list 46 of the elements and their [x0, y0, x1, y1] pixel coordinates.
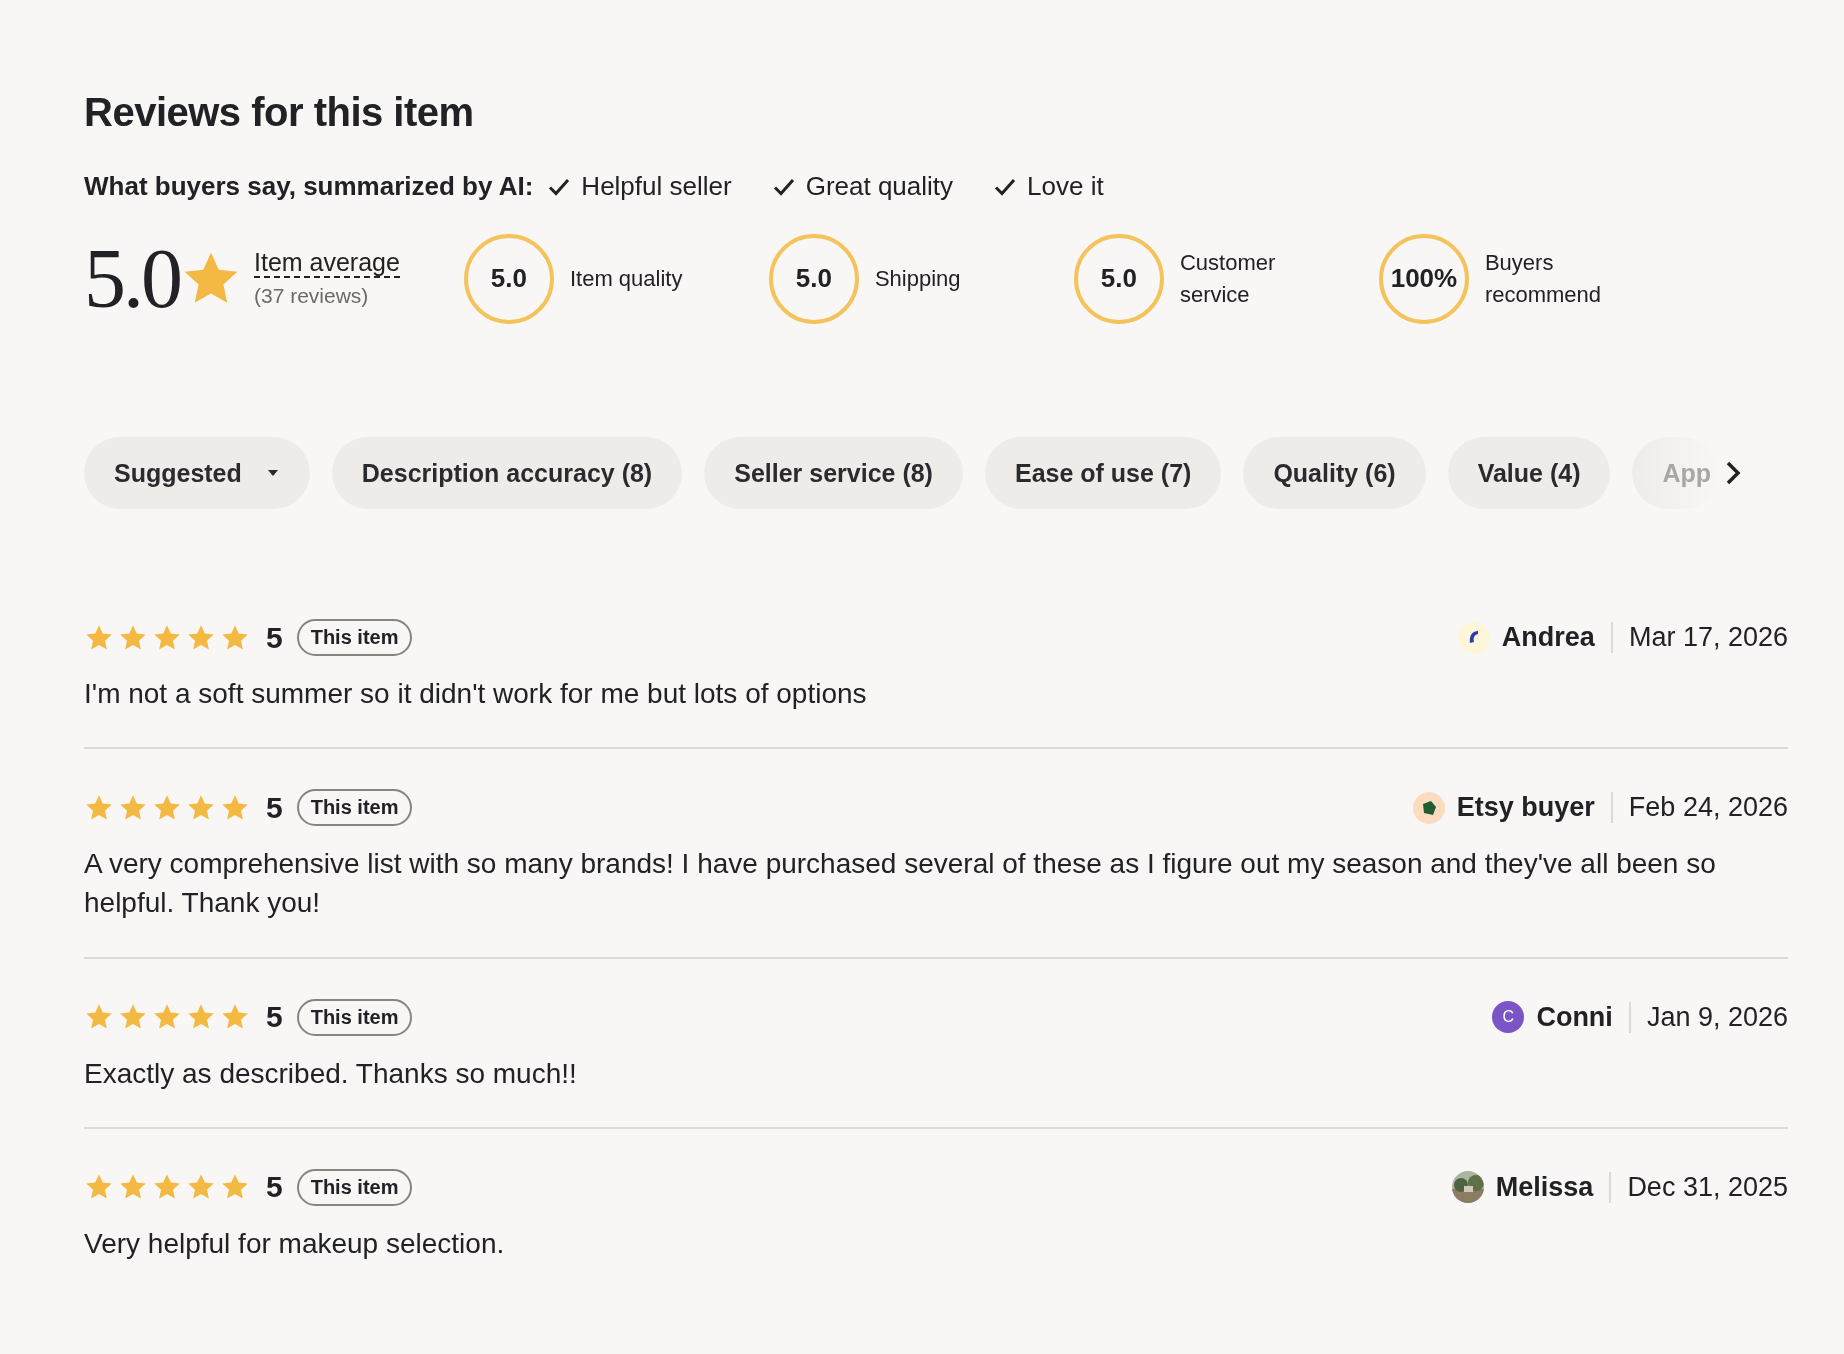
- metric-label: Item quality: [569, 264, 683, 293]
- filter-chip[interactable]: Seller service (8): [704, 437, 963, 509]
- item-tag: This item: [296, 789, 413, 827]
- rating-value: 5: [266, 1170, 283, 1205]
- caret-icon: [265, 468, 280, 478]
- review-text: I'm not a soft summer so it didn't work for me but lots of options: [84, 677, 868, 711]
- summary-point: Great quality: [805, 171, 954, 202]
- metric-score: 5.0: [463, 233, 554, 324]
- review-text: A very comprehensive list with so many brands! I have purchased several of these as I figure out my season and they've all been so helpful. Thank you!: [84, 847, 1717, 921]
- reviewer-name[interactable]: Melissa: [1495, 1171, 1612, 1203]
- metric-label: Buyers recommend: [1484, 248, 1603, 309]
- item-tag: This item: [296, 1168, 413, 1206]
- item-tag: This item: [296, 998, 413, 1036]
- metric-score: 100%: [1378, 233, 1469, 324]
- item-average-link[interactable]: Item average: [254, 248, 400, 279]
- review-text: Very helpful for makeup selection.: [84, 1226, 506, 1261]
- summary-label: What buyers say, summarized by AI:: [84, 171, 534, 202]
- rating-value: 5: [266, 1000, 283, 1035]
- review-date: Jan 9, 2026: [1645, 1001, 1788, 1033]
- rating-value: 5: [266, 790, 283, 825]
- reviewer-name[interactable]: Andrea: [1501, 622, 1613, 653]
- filter-chip[interactable]: Quality (6): [1243, 437, 1426, 509]
- reviewer-name[interactable]: Conni: [1536, 1001, 1631, 1033]
- rating-value: 5: [266, 620, 283, 655]
- filter-chip[interactable]: Ease of use (7): [984, 437, 1222, 509]
- review-date: Mar 17, 2026: [1627, 622, 1788, 653]
- avatar: C: [1492, 1001, 1525, 1034]
- average-score: 5.0: [84, 231, 180, 327]
- metric-label: Shipping: [874, 264, 961, 293]
- avatar-icon: [1457, 621, 1490, 654]
- metric-score: 5.0: [768, 233, 859, 324]
- summary-point: Helpful seller: [581, 171, 732, 202]
- review-text: Exactly as described. Thanks so much!!: [84, 1056, 578, 1091]
- metric-score: 5.0: [1073, 233, 1164, 324]
- summary-point: Love it: [1027, 171, 1104, 202]
- review-date: Feb 24, 2026: [1627, 792, 1788, 824]
- filter-chip[interactable]: Description accuracy (8): [331, 437, 683, 509]
- avatar-icon: [1412, 791, 1445, 824]
- sort-dropdown[interactable]: Suggested: [84, 437, 310, 509]
- item-tag: This item: [296, 619, 413, 656]
- filter-chip[interactable]: Value (4): [1447, 437, 1611, 509]
- review-date: Dec 31, 2025: [1626, 1171, 1788, 1203]
- review-count: (37 reviews): [254, 284, 370, 309]
- section-title: Reviews for this item: [84, 90, 475, 135]
- metric-label: Customer service: [1179, 248, 1277, 309]
- reviewer-name[interactable]: Etsy buyer: [1456, 792, 1613, 824]
